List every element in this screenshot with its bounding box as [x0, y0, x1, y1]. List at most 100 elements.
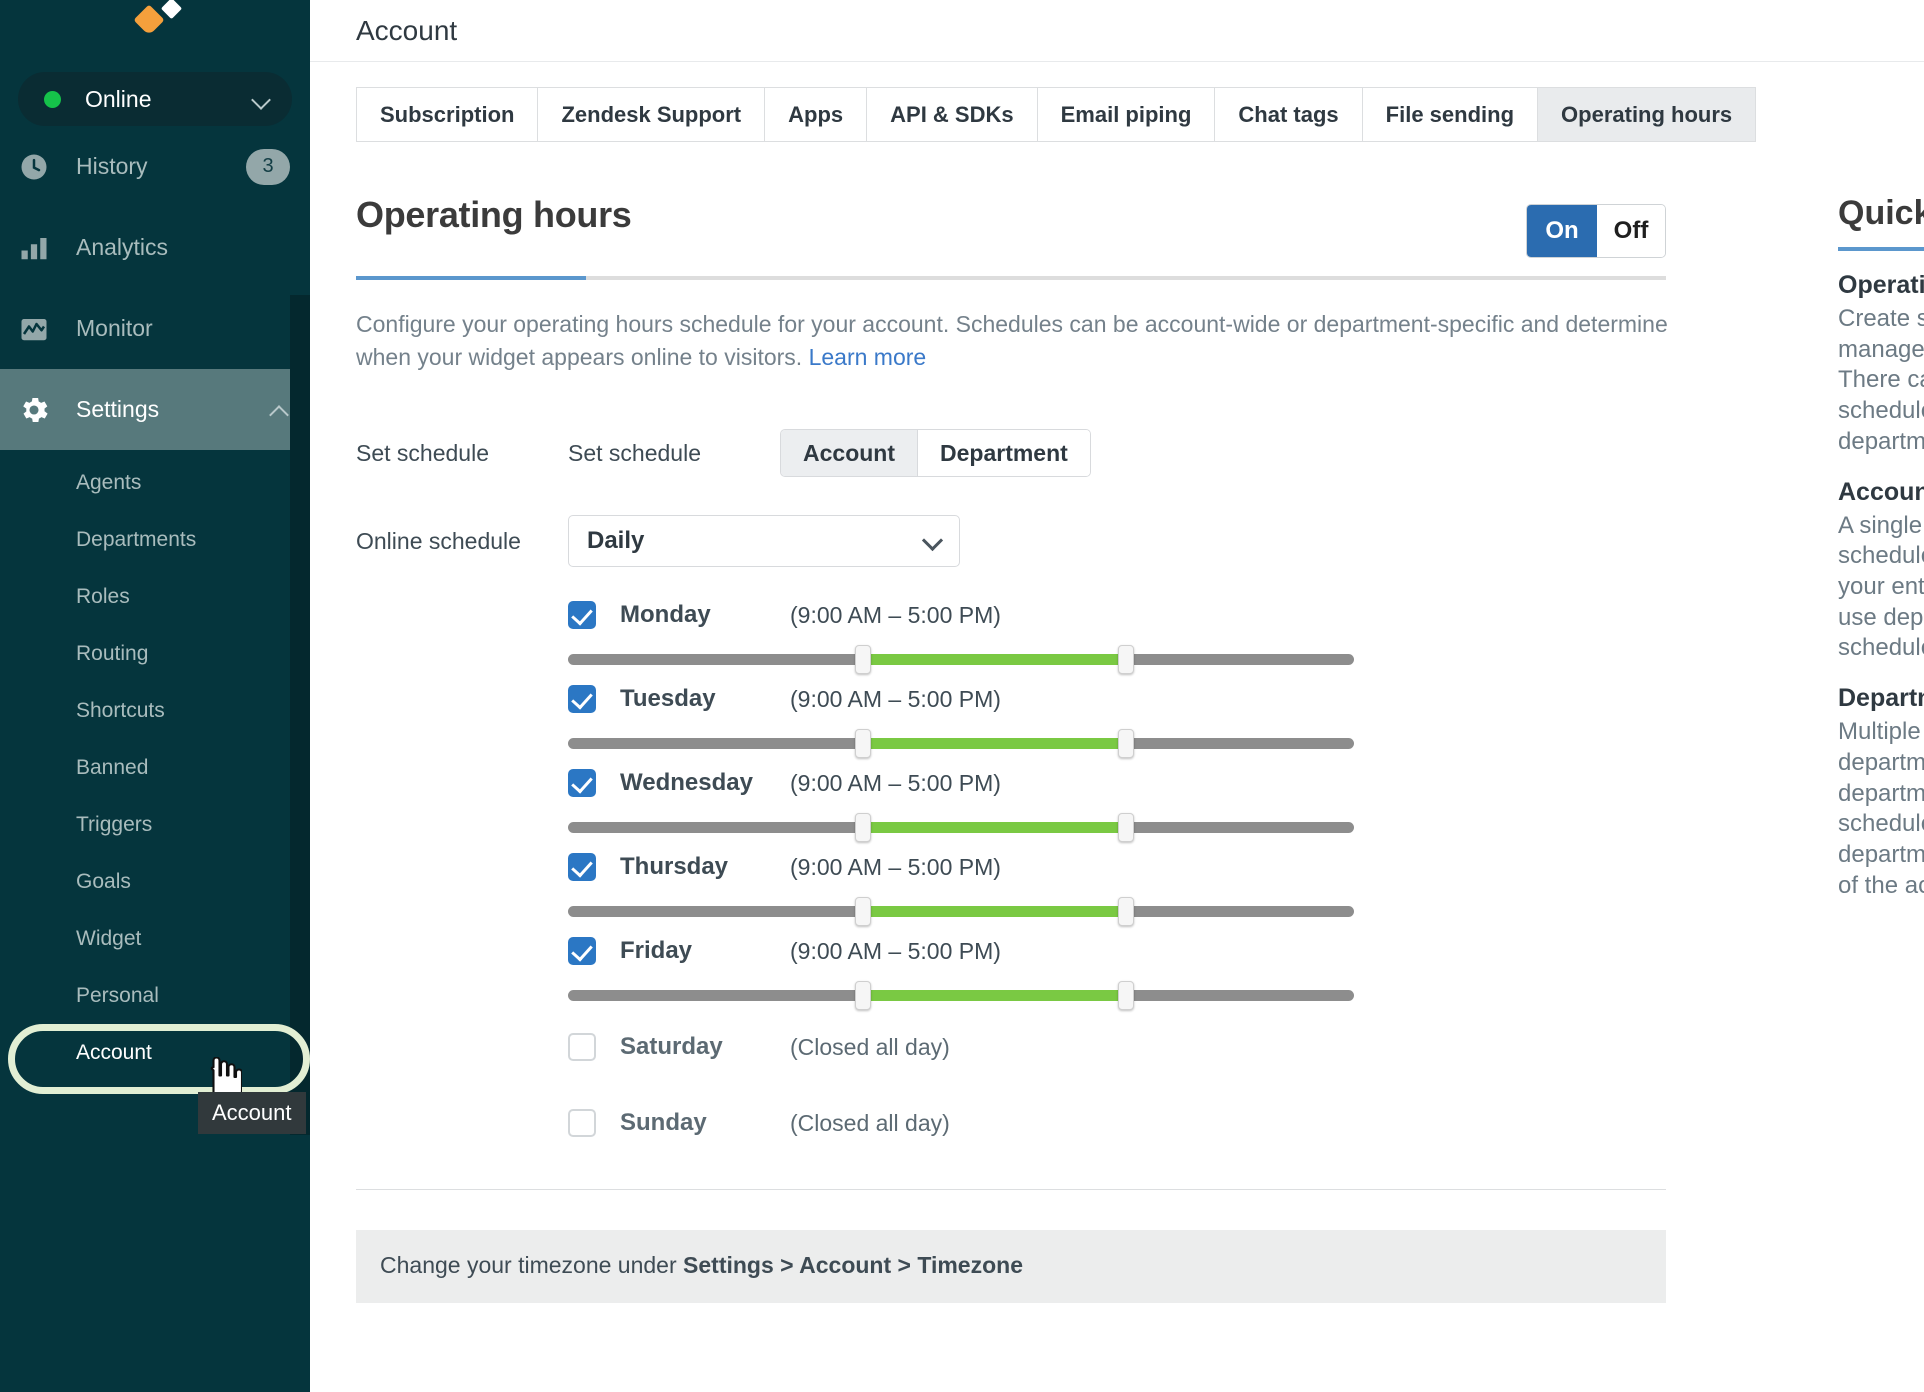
day-checkbox-sunday[interactable] — [568, 1109, 596, 1138]
logo-diamond-orange — [133, 4, 165, 36]
slider-knob-start[interactable] — [854, 897, 871, 927]
chevron-down-icon — [925, 533, 941, 549]
content-area: Operating hours On Off Configure your op… — [310, 142, 1924, 1304]
sidebar-subitem-goals[interactable]: Goals — [0, 853, 310, 910]
day-time-slider-thursday[interactable] — [568, 897, 1354, 927]
sidebar-subitem-widget[interactable]: Widget — [0, 910, 310, 967]
day-time-slider-tuesday[interactable] — [568, 729, 1354, 759]
day-checkbox-monday[interactable] — [568, 601, 596, 630]
sidebar-subitem-agents[interactable]: Agents — [0, 454, 310, 511]
quick-answers-title: Quick answers — [1838, 194, 1924, 232]
day-checkbox-thursday[interactable] — [568, 853, 596, 882]
tab-email-piping[interactable]: Email piping — [1037, 87, 1216, 142]
sidebar-subitem-shortcuts[interactable]: Shortcuts — [0, 682, 310, 739]
bar-chart-icon — [14, 233, 54, 263]
qa-heading-operating-hours: Operating hours — [1838, 271, 1924, 299]
learn-more-link[interactable]: Learn more — [809, 344, 927, 370]
operating-hours-toggle[interactable]: On Off — [1526, 204, 1666, 258]
day-hours: (9:00 AM – 5:00 PM) — [790, 769, 1001, 796]
sidebar-subitem-triggers[interactable]: Triggers — [0, 796, 310, 853]
online-schedule-label: Online schedule — [356, 527, 521, 554]
sidebar-subitem-departments[interactable]: Departments — [0, 511, 310, 568]
tab-apps[interactable]: Apps — [765, 87, 868, 142]
day-name: Thursday — [620, 853, 729, 881]
sidebar-item-monitor[interactable]: Monitor — [0, 288, 310, 369]
monitor-chart-icon — [14, 314, 54, 344]
day-time-slider-wednesday[interactable] — [568, 813, 1354, 843]
day-checkbox-saturday[interactable] — [568, 1033, 596, 1062]
agent-status-selector[interactable]: Online — [18, 72, 292, 126]
sidebar-item-label: Monitor — [76, 315, 153, 341]
sidebar-subitem-roles[interactable]: Roles — [0, 568, 310, 625]
tab-operating-hours[interactable]: Operating hours — [1538, 87, 1757, 142]
day-checkbox-wednesday[interactable] — [568, 769, 596, 798]
toggle-on-button[interactable]: On — [1527, 205, 1597, 257]
slider-knob-start[interactable] — [854, 645, 871, 675]
day-header: Sunday (Closed all day) — [568, 1085, 1776, 1161]
sidebar-subitem-personal[interactable]: Personal — [0, 967, 310, 1024]
day-header: Thursday (9:00 AM – 5:00 PM) — [568, 841, 1776, 893]
sidebar-scrollbar[interactable] — [290, 295, 310, 1135]
slider-knob-start[interactable] — [854, 729, 871, 759]
slider-knob-end[interactable] — [1118, 897, 1135, 927]
qa-body-account-schedule: A single operating hours schedule applie… — [1838, 511, 1924, 662]
scope-account-button[interactable]: Account — [781, 430, 917, 477]
sidebar-subitem-routing[interactable]: Routing — [0, 625, 310, 682]
section-header-row: Operating hours On Off — [356, 194, 1666, 258]
chevron-down-icon — [252, 89, 272, 109]
day-hours: (Closed all day) — [790, 1109, 950, 1136]
day-time-slider-friday[interactable] — [568, 981, 1354, 1011]
chevron-up-icon — [270, 400, 290, 420]
day-checkbox-friday[interactable] — [568, 937, 596, 966]
toggle-off-button[interactable]: Off — [1597, 205, 1665, 257]
sidebar-item-label: Analytics — [76, 234, 169, 260]
schedule-day-row: Wednesday (9:00 AM – 5:00 PM) — [568, 757, 1776, 843]
tab-chat-tags[interactable]: Chat tags — [1215, 87, 1363, 142]
day-name: Saturday — [620, 1033, 723, 1061]
operating-hours-column: Operating hours On Off Configure your op… — [356, 142, 1776, 1304]
slider-knob-end[interactable] — [1118, 729, 1135, 759]
online-schedule-select[interactable]: Daily — [568, 515, 960, 568]
sidebar-item-label: Settings — [76, 396, 160, 422]
tab-file-sending[interactable]: File sending — [1362, 87, 1539, 142]
day-hours: (9:00 AM – 5:00 PM) — [790, 685, 1001, 712]
schedule-day-row: Friday (9:00 AM – 5:00 PM) — [568, 925, 1776, 1011]
sidebar-subitem-account[interactable]: Account — [0, 1024, 310, 1081]
section-divider — [356, 1189, 1666, 1191]
sidebar-item-settings[interactable]: Settings — [0, 369, 310, 450]
tab-zendesk-support[interactable]: Zendesk Support — [538, 87, 766, 142]
day-name: Monday — [620, 601, 711, 629]
section-title-underline — [356, 276, 1666, 280]
qa-body-operating-hours: Create schedules to manage availability.… — [1838, 305, 1924, 455]
timezone-note-text: Change your timezone under — [380, 1252, 684, 1279]
slider-knob-end[interactable] — [1118, 981, 1135, 1011]
quick-answers-panel: Quick answers Operating hours Create sch… — [1776, 142, 1924, 1303]
account-tooltip: Account — [198, 1092, 306, 1134]
tab-subscription[interactable]: Subscription — [356, 87, 539, 142]
sidebar-subitem-banned[interactable]: Banned — [0, 739, 310, 796]
set-schedule-label: Set schedule — [356, 439, 489, 466]
set-schedule-label-secondary: Set schedule — [568, 439, 701, 466]
schedule-scope-toggle[interactable]: Account Department — [780, 429, 1091, 478]
sidebar-item-analytics[interactable]: Analytics — [0, 207, 310, 288]
day-hours: (Closed all day) — [790, 1033, 950, 1060]
slider-knob-start[interactable] — [854, 813, 871, 843]
slider-knob-end[interactable] — [1118, 645, 1135, 675]
status-label: Online — [85, 85, 152, 112]
day-checkbox-tuesday[interactable] — [568, 685, 596, 714]
slider-knob-end[interactable] — [1118, 813, 1135, 843]
day-header: Tuesday (9:00 AM – 5:00 PM) — [568, 673, 1776, 725]
livechat-logo-icon[interactable] — [124, 0, 186, 53]
sidebar-item-history[interactable]: History 3 — [0, 126, 310, 207]
slider-fill — [862, 990, 1127, 1002]
set-schedule-row: Set schedule Set schedule Account Depart… — [356, 429, 1776, 478]
online-schedule-value: Daily — [587, 527, 645, 555]
timezone-note: Change your timezone under Settings > Ac… — [356, 1230, 1666, 1304]
scope-department-button[interactable]: Department — [917, 430, 1090, 477]
day-time-slider-monday[interactable] — [568, 645, 1354, 675]
schedule-day-row: Sunday (Closed all day) — [568, 1085, 1776, 1161]
qa-heading-department-schedule: Department schedule — [1838, 684, 1924, 713]
history-badge: 3 — [246, 148, 290, 185]
slider-knob-start[interactable] — [854, 981, 871, 1011]
tab-api-sdks[interactable]: API & SDKs — [867, 87, 1038, 142]
